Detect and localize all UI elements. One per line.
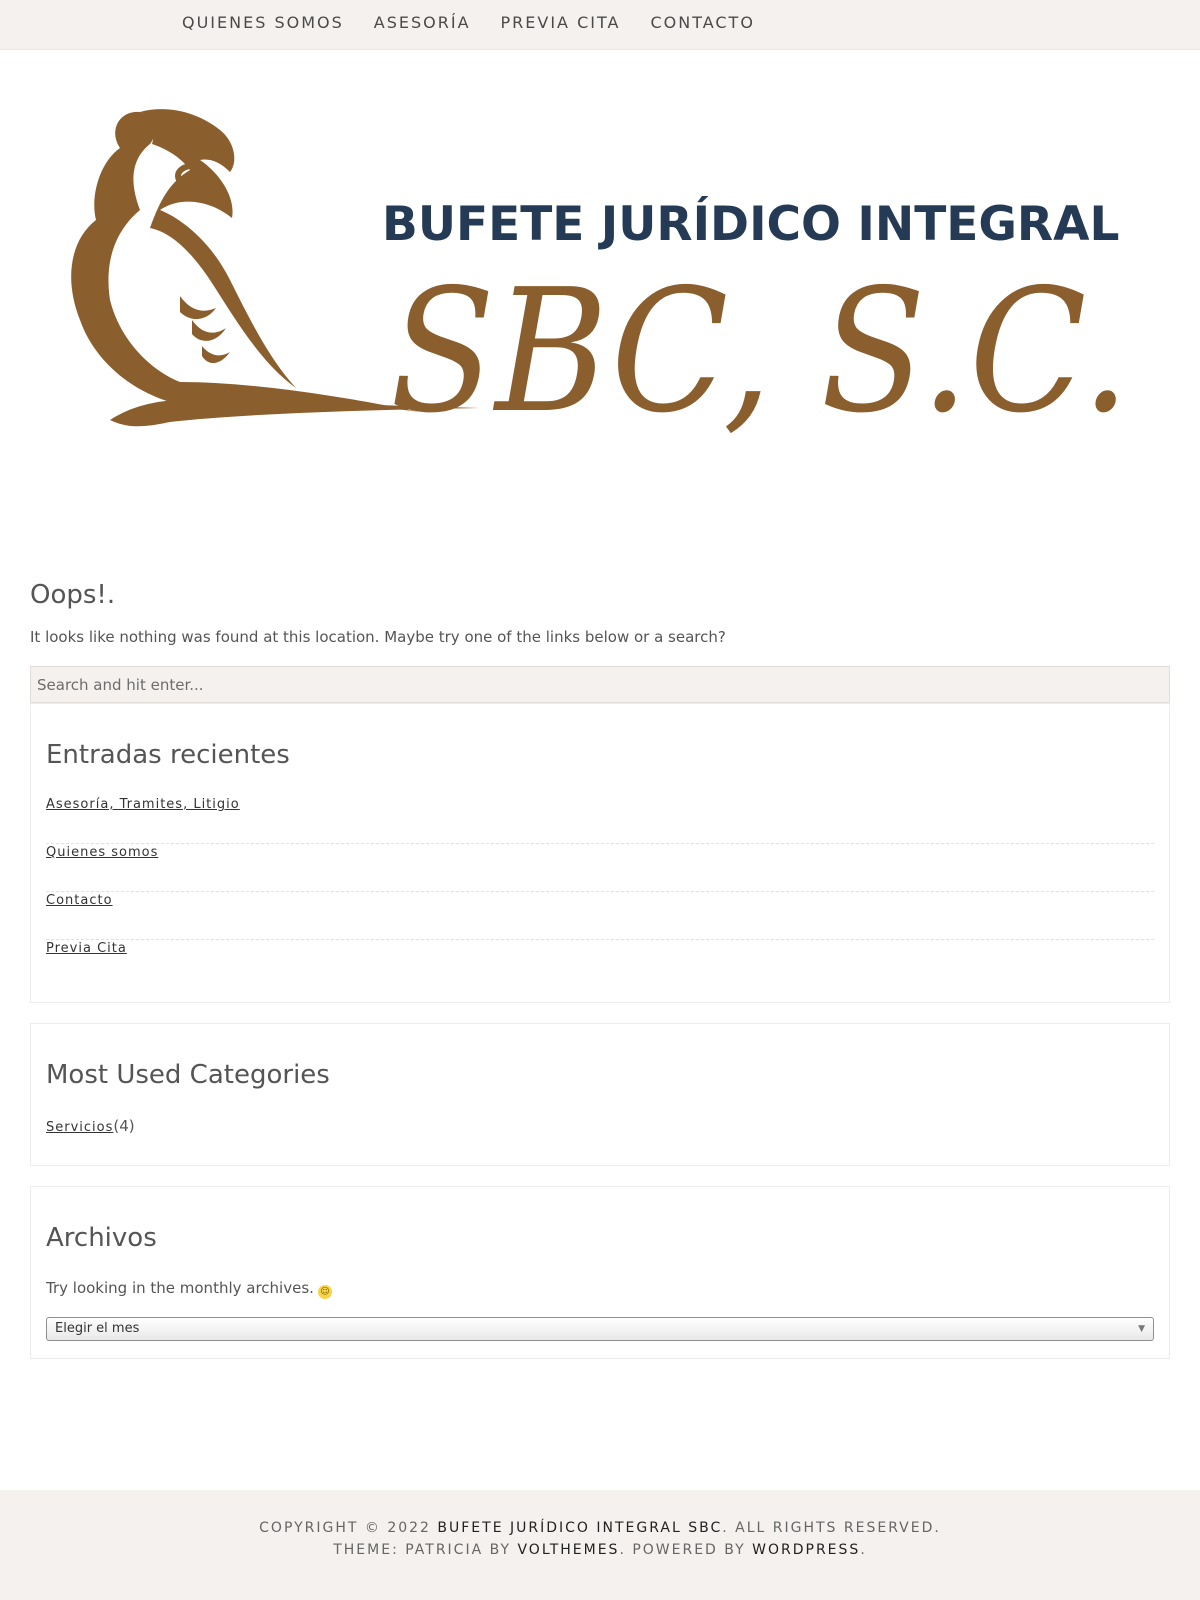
category-link[interactable]: Servicios	[46, 1120, 113, 1135]
powered-by: . POWERED BY	[619, 1542, 746, 1558]
nav-item-previa-cita: PREVIA CITA	[501, 13, 621, 32]
list-item: Contacto	[46, 892, 1154, 940]
nav-item-contacto: CONTACTO	[650, 13, 754, 32]
copyright-prefix: COPYRIGHT © 2022	[259, 1520, 431, 1536]
copyright-rights: . ALL RIGHTS RESERVED.	[722, 1520, 941, 1536]
nav-link-previa-cita[interactable]: PREVIA CITA	[501, 13, 621, 32]
footer-theme-link[interactable]: VOLTHEMES	[517, 1542, 619, 1558]
nav-link-asesoria[interactable]: ASESORÍA	[374, 13, 471, 32]
theme-prefix: THEME: PATRICIA BY	[333, 1542, 512, 1558]
smiley-icon: ☺	[317, 1285, 332, 1299]
main-content: Oops!. It looks like nothing was found a…	[30, 580, 1170, 1359]
footer-site-link[interactable]: BUFETE JURÍDICO INTEGRAL SBC	[437, 1520, 722, 1536]
recent-post-link[interactable]: Contacto	[46, 893, 113, 908]
site-footer: COPYRIGHT © 2022 BUFETE JURÍDICO INTEGRA…	[0, 1490, 1200, 1600]
page-title: Oops!.	[30, 580, 116, 610]
logo-line1: BUFETE JURÍDICO INTEGRAL	[382, 197, 1119, 252]
site-logo[interactable]: BUFETE JURÍDICO INTEGRAL SBC, S.C.	[60, 100, 1140, 470]
nav-menu: QUIENES SOMOS ASESORÍA PREVIA CITA CONTA…	[182, 13, 785, 32]
recent-posts-list: Asesoría, Tramites, Litigio Quienes somo…	[46, 796, 1154, 988]
list-item: Quienes somos	[46, 844, 1154, 892]
archives-title: Archivos	[46, 1223, 157, 1253]
category-count: (4)	[113, 1117, 135, 1135]
owl-logo-icon: BUFETE JURÍDICO INTEGRAL SBC, S.C.	[71, 109, 1130, 451]
categories-widget: Most Used Categories Servicios(4)	[30, 1023, 1170, 1166]
list-item: Asesoría, Tramites, Litigio	[46, 796, 1154, 844]
footer-wordpress-link[interactable]: WORDPRESS	[752, 1542, 860, 1558]
nav-item-asesoria: ASESORÍA	[374, 13, 471, 32]
recent-post-link[interactable]: Quienes somos	[46, 845, 158, 860]
archives-widget: Archivos Try looking in the monthly arch…	[30, 1186, 1170, 1359]
search-input[interactable]	[30, 666, 1170, 703]
list-item: Previa Cita	[46, 940, 1154, 988]
categories-title: Most Used Categories	[46, 1060, 330, 1090]
footer-credits: THEME: PATRICIA BY VOLTHEMES. POWERED BY…	[0, 1542, 1200, 1558]
nav-link-contacto[interactable]: CONTACTO	[650, 13, 754, 32]
recent-posts-title: Entradas recientes	[46, 740, 290, 770]
select-value: Elegir el mes	[55, 1321, 140, 1336]
category-item: Servicios(4)	[46, 1116, 1154, 1135]
archives-text-row: Try looking in the monthly archives. ☺	[46, 1279, 1154, 1299]
nav-item-quienes-somos: QUIENES SOMOS	[182, 13, 344, 32]
footer-copyright: COPYRIGHT © 2022 BUFETE JURÍDICO INTEGRA…	[0, 1520, 1200, 1536]
archives-text: Try looking in the monthly archives.	[46, 1279, 314, 1297]
footer-end: .	[860, 1542, 867, 1558]
error-message: It looks like nothing was found at this …	[30, 628, 726, 646]
recent-posts-widget: Entradas recientes Asesoría, Tramites, L…	[30, 703, 1170, 1003]
top-navigation: QUIENES SOMOS ASESORÍA PREVIA CITA CONTA…	[0, 0, 1200, 50]
recent-post-link[interactable]: Asesoría, Tramites, Litigio	[46, 797, 240, 812]
recent-post-link[interactable]: Previa Cita	[46, 941, 127, 956]
archives-month-select[interactable]: Elegir el mes ▼	[46, 1317, 1154, 1341]
logo-line2: SBC, S.C.	[390, 253, 1130, 451]
chevron-down-icon: ▼	[1138, 1324, 1145, 1334]
nav-link-quienes-somos[interactable]: QUIENES SOMOS	[182, 13, 344, 32]
